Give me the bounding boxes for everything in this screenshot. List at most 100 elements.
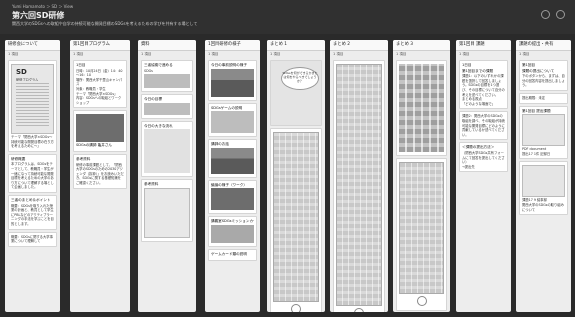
settings-icon[interactable] (556, 10, 565, 19)
post-card[interactable]: 議論の様子（ワーク） (208, 179, 257, 215)
post-card[interactable]: 講師のお話 (208, 139, 257, 178)
card-heading: ゲームカード類の説明 (211, 251, 247, 256)
column-count: 1 項目 (396, 52, 407, 56)
card-text: （関西大学SDGs共有フォームにて回答を提出してください） (462, 150, 505, 165)
post-card[interactable]: 1日目 第1回目までの課題 課題1：以下のいずれかの課題を選択して回答しましょう… (459, 60, 508, 110)
poster-image: SD 研修プログラム (11, 64, 54, 134)
card-line: 日時：10月24日（金）14：40～16：10 (76, 68, 123, 78)
post-card[interactable]: 1日目 日時：10月24日（金）14：40～16：10 場所：関西大学千里山キャ… (73, 60, 127, 109)
post-card[interactable]: 今日の目標 (141, 94, 193, 119)
session-photo (211, 188, 254, 211)
card-heading: 今日の大きな流れ (144, 123, 173, 128)
sticky-notes-photo (336, 64, 382, 306)
card-heading: 三者協働で進める (144, 63, 173, 67)
column-count: 1 項目 (519, 52, 530, 56)
column-count: 1 項目 (270, 52, 281, 56)
card-text: 本プログラムは、SDGsをテーマとして、教職員・学生が一緒になって持続可能な開発… (11, 162, 54, 190)
post-card[interactable] (396, 158, 447, 311)
card-heading: 第1回目までの課題 (462, 68, 494, 73)
session-photo (211, 68, 254, 97)
post-card[interactable]: 課題17 9 議事録 関西大学のSDGsの取り組みについて (519, 161, 568, 216)
card-heading: 研修概要 (11, 156, 26, 161)
post-card[interactable] (270, 128, 322, 312)
post-card[interactable]: 三者協働で進める SDGs (141, 60, 193, 93)
post-card[interactable] (333, 60, 385, 312)
share-icon[interactable] (541, 10, 550, 19)
column-title: 1回目研修の様子 (205, 40, 260, 51)
column-program: 第1回目プログラム 1 項目 1日目 日時：10月24日（金）14：40～16：… (70, 40, 130, 312)
document-preview (522, 114, 565, 147)
slide-image (144, 102, 190, 115)
card-heading: 課題の提出について (522, 68, 555, 73)
post-card[interactable]: SDGsを何ができるかまたは何をやるべきでしょうか？ (270, 60, 322, 126)
column-count: 1 項目 (8, 52, 19, 56)
card-heading: ＜課題の提出方法＞ (462, 145, 495, 150)
post-card[interactable]: 三者のまとめ＆ポイント 概要：SDGsを取り入れた授業の計画と、教員として学生に… (8, 194, 57, 230)
top-bar: Yumi Hamamoto ＞ SD ＞ View 第六回SD研修 関西大学のS… (0, 0, 575, 34)
card-text: 概要：SDGsを取り入れた授業の計画と、教員として学生にPBLなどのアクティブラ… (11, 203, 54, 226)
post-card[interactable]: ゲームカード類の説明 (208, 248, 257, 261)
card-label: 第1回目 (522, 63, 536, 67)
card-text: 研修の事前課題として、「関西大学のSDGsのための2030アジェンダ（抜粋）」を… (76, 162, 124, 185)
column-summary-3: まとめ 3 1 項目 (393, 40, 450, 312)
post-card[interactable]: 第1回目 提出課題 PDF document 提出17 1件 記録日 (519, 105, 568, 160)
post-card[interactable]: 課題2：関西大学のSDGsの取組を調べ、その取組が持続可能な開発目標にどのように… (459, 111, 508, 141)
document-image (144, 187, 190, 238)
card-heading: 参考資料 (76, 156, 91, 161)
column-count: 1 項目 (141, 52, 152, 56)
column-title: 課題の提出・共有 (516, 40, 571, 51)
speaker-photo (76, 114, 124, 143)
post-card[interactable]: ＜課題の提出方法＞ （関西大学SDGs共有フォームにて回答を提出してください） … (459, 142, 508, 173)
card-text: 概要：SDGsに関する大学事業について理解して (11, 234, 53, 244)
post-card[interactable]: 参考資料 研修の事前課題として、「関西大学のSDGsのための2030アジェンダ（… (73, 153, 127, 189)
column-count: 1 項目 (73, 52, 84, 56)
post-card[interactable]: SD 研修プログラム テーマ「関西大学×SDGs～持続可能な開発目標の在り方を考… (8, 60, 57, 152)
post-card[interactable]: 概要：SDGsに関する大学事業について理解して (8, 231, 57, 247)
post-card[interactable]: 研修概要 本プログラムは、SDGsをテーマとして、教職員・学生が一緒になって持続… (8, 153, 57, 193)
slide-image (144, 74, 190, 89)
column-count: 1 項目 (333, 52, 344, 56)
card-text: 課題1：以下のいずれかの課題を選択して回答しましょう。SDGsの目標を1つ選び、… (462, 74, 505, 97)
post-card[interactable]: 今日の大きな流れ (141, 120, 193, 178)
page-subtitle: 関西大学のSDGsへの取組や自学の持続可能な開発目標のSDGsを考えるための学び… (12, 21, 198, 26)
card-heading: 今日の目標 (144, 97, 162, 102)
card-text: SDGs (144, 68, 153, 73)
comment-icon[interactable] (291, 304, 301, 312)
post-card[interactable]: 第1回目 課題の提出について 下のボタンから、まずは、自分の回答内容を提出しまし… (519, 60, 568, 91)
card-label: 1日目 (462, 63, 472, 67)
column-session: 1回目研修の様子 1 項目 今日の事前説明の様子 SDGsゲームの説明 講師のお… (205, 40, 260, 312)
post-card[interactable]: SDGsゲームの説明 (208, 102, 257, 138)
card-heading: 議論の様子（ワーク） (211, 182, 247, 187)
post-card[interactable]: SDGsの講師 亀井さん (73, 110, 127, 152)
card-heading: 講師のお話 (211, 142, 229, 147)
post-card[interactable]: 講義室SDGsミッションカード (208, 216, 257, 247)
column-about: 研修会について 1 項目 SD 研修プログラム テーマ「関西大学×SDGs～持続… (5, 40, 60, 312)
session-photo (211, 224, 254, 243)
card-heading: 参考資料 (144, 182, 159, 187)
card-line: 場所：関西大学千里山キャンパス (76, 77, 123, 87)
sticky-notes-photo (273, 132, 319, 302)
column-count: 1 項目 (459, 52, 470, 56)
slide-image (144, 129, 190, 174)
sticky-notes-photo (399, 162, 444, 294)
comment-icon[interactable] (416, 296, 427, 306)
column-assignment: 第1回目 課題 1 項目 1日目 第1回目までの課題 課題1：以下のいずれかの課… (456, 40, 511, 312)
column-title: 第1回目プログラム (70, 40, 130, 51)
card-label: 1日目 (76, 63, 86, 67)
page-title: 第六回SD研修 (12, 11, 65, 20)
document-preview (522, 165, 565, 198)
column-submission: 課題の提出・共有 1 項目 第1回目 課題の提出について 下のボタンから、まずは… (516, 40, 571, 312)
card-heading: 講義室SDGsミッションカード (211, 219, 254, 224)
board: 研修会について 1 項目 SD 研修プログラム テーマ「関西大学×SDGs～持続… (0, 36, 575, 317)
card-text: 課題2：関西大学のSDGsの取組を調べ、その取組が持続可能な開発目標にどのように… (462, 114, 505, 137)
card-heading: SDGsの講師 亀井さん (76, 143, 113, 148)
column-title: まとめ 2 (330, 40, 388, 51)
post-card[interactable]: 今日の事前説明の様子 (208, 60, 257, 101)
post-card[interactable]: 参考資料 (141, 179, 193, 242)
card-text: 提出17 1件 記録日 (522, 151, 551, 156)
session-photo (211, 111, 254, 134)
post-card[interactable]: 提出期限：未定 (519, 92, 568, 104)
post-card[interactable] (396, 60, 447, 156)
column-materials: 資料 1 項目 三者協働で進める SDGs 今日の目標 今日の大きな流れ 参考資… (138, 40, 196, 312)
comment-icon[interactable] (354, 308, 364, 312)
